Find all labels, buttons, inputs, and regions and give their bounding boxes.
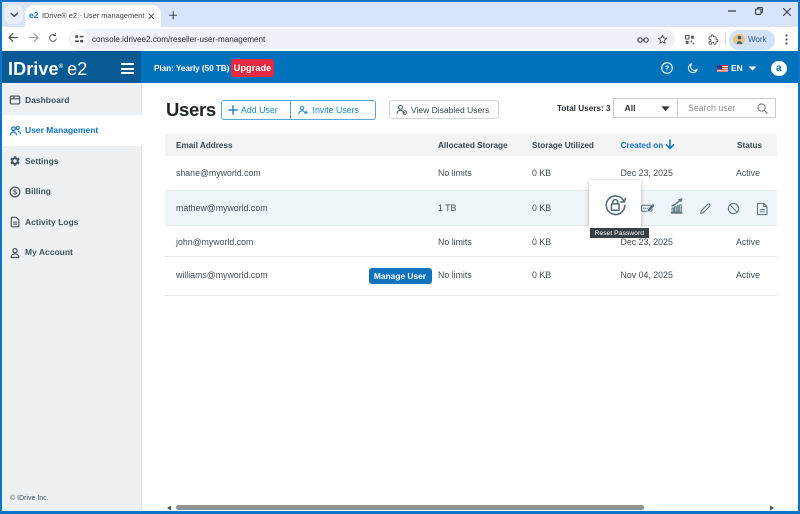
svg-text:$: $ [12, 187, 16, 196]
svg-text:?: ? [664, 64, 669, 73]
